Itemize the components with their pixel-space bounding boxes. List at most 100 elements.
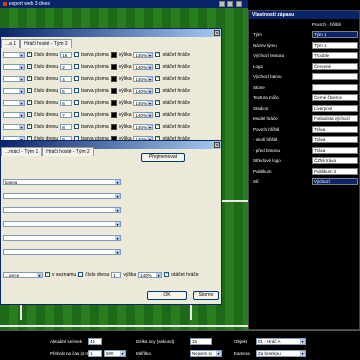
rotate-checkbox[interactable] [155, 75, 161, 81]
rotate-checkbox[interactable] [155, 87, 161, 93]
player-select[interactable] [3, 99, 25, 106]
color-swatch[interactable] [110, 123, 117, 130]
color-checkbox[interactable] [74, 124, 80, 129]
property-value[interactable]: Fotbalista výchozí [312, 115, 358, 122]
minimize-button[interactable] [219, 1, 225, 7]
property-value[interactable]: Liverpool [312, 104, 358, 112]
color-swatch[interactable] [110, 111, 117, 118]
property-value[interactable]: Tráva [312, 125, 358, 133]
property-value[interactable]: Tým 1 [312, 31, 358, 38]
color-checkbox[interactable] [74, 112, 80, 117]
property-value[interactable]: Trouble [312, 52, 358, 59]
property-value[interactable]: Publikum 2 [312, 167, 358, 175]
color-checkbox[interactable] [74, 76, 80, 81]
number-checkbox[interactable] [78, 272, 84, 277]
tab-home-team[interactable]: ...a 1 [1, 39, 21, 48]
play-time-ms[interactable]: 500 [104, 350, 126, 357]
number-input[interactable]: 4 [60, 75, 73, 82]
scene-length-input[interactable]: 15 [190, 338, 212, 345]
property-value[interactable]: Tráva [312, 146, 358, 154]
color-swatch[interactable] [110, 87, 117, 94]
player-select[interactable] [3, 63, 25, 70]
cancel-button[interactable]: Storno [193, 291, 219, 300]
property-value[interactable] [312, 73, 358, 80]
number-input[interactable]: 8 [60, 123, 73, 130]
number-label: číslo dresu [34, 63, 59, 70]
color-swatch[interactable] [110, 51, 117, 58]
color-swatch[interactable] [110, 99, 117, 106]
ok-button[interactable]: OK [147, 291, 187, 300]
color-swatch[interactable] [110, 75, 117, 82]
tab-away-team[interactable]: Hráči hosté - Tým 2 [20, 39, 72, 48]
close-button[interactable] [236, 1, 242, 7]
rotate-checkbox[interactable] [155, 99, 161, 105]
player-select[interactable] [3, 123, 25, 130]
color-checkbox[interactable] [74, 52, 80, 57]
property-value[interactable]: Černé čtverce [312, 94, 358, 101]
rotate-checkbox[interactable] [155, 111, 161, 117]
color-swatch[interactable] [110, 63, 117, 70]
object-select[interactable]: 01 - Hráč A [256, 338, 306, 345]
property-value[interactable]: Tráva [312, 136, 358, 143]
player-select[interactable] [3, 249, 121, 255]
player-select[interactable] [3, 111, 25, 118]
tab-away-team[interactable]: Hráči hosté - Tým 2 [42, 147, 94, 156]
player-select[interactable] [3, 193, 121, 199]
player-select[interactable] [3, 221, 121, 227]
rotate-checkbox[interactable] [155, 123, 161, 129]
size-select[interactable]: 140% [133, 75, 154, 82]
property-value[interactable]: Výchozí [312, 178, 358, 185]
size-select[interactable]: 140% [133, 87, 154, 94]
rotate-checkbox[interactable] [155, 63, 161, 69]
number-checkbox[interactable] [27, 75, 32, 81]
number-input[interactable]: 5 [60, 87, 73, 94]
color-checkbox[interactable] [74, 88, 80, 93]
size-select[interactable]: 140% [133, 123, 154, 130]
player-select[interactable] [3, 75, 25, 82]
property-value[interactable]: Červené [312, 62, 358, 70]
camera-select[interactable]: Za brankou [256, 350, 306, 357]
player-select[interactable] [3, 207, 121, 213]
size-select[interactable]: 140% [133, 51, 154, 58]
player-select[interactable] [3, 51, 25, 58]
player-select[interactable]: ...ivece [3, 271, 43, 278]
close-icon[interactable]: × [214, 142, 220, 148]
size-select[interactable]: 140% [133, 99, 154, 106]
scale-select[interactable]: Nejsem si [190, 350, 222, 357]
number-checkbox[interactable] [27, 99, 32, 105]
current-frame-input[interactable]: 41 [88, 338, 102, 345]
rotate-checkbox[interactable] [155, 51, 161, 57]
property-value[interactable]: ČZMi tráva [312, 157, 358, 164]
property-value[interactable] [312, 83, 358, 91]
number-input[interactable]: 2 [60, 63, 73, 70]
close-icon[interactable]: × [214, 30, 220, 36]
rename-button[interactable]: Přejmenovat [141, 153, 185, 162]
player-select[interactable] [3, 87, 25, 94]
number-checkbox[interactable] [27, 123, 32, 129]
rotate-checkbox[interactable] [164, 271, 169, 277]
size-select[interactable]: 140% [138, 271, 163, 278]
number-input[interactable]: 1 [111, 271, 122, 278]
number-checkbox[interactable] [27, 63, 32, 69]
color-checkbox[interactable] [74, 64, 80, 69]
property-value[interactable]: Tým 1 [312, 41, 358, 49]
number-label: číslo dresu [34, 99, 59, 106]
tab-home-team[interactable]: ...mácí - Tým 1 [1, 147, 43, 156]
property-row: Textura míče Černé čtverce [249, 94, 360, 102]
number-checkbox[interactable] [27, 111, 32, 117]
property-label: Název týmu [253, 42, 277, 48]
size-select[interactable]: 140% [133, 63, 154, 70]
number-input[interactable]: 6 [60, 99, 73, 106]
play-time-seconds[interactable]: 1 [88, 350, 102, 357]
number-checkbox[interactable] [27, 51, 32, 57]
maximize-button[interactable] [227, 1, 233, 7]
player-select[interactable] [3, 235, 121, 241]
number-input[interactable]: 15 [60, 51, 73, 58]
color-checkbox[interactable] [74, 100, 80, 105]
size-select[interactable]: 140% [133, 111, 154, 118]
number-input[interactable]: 7 [60, 111, 73, 118]
in-list-checkbox[interactable] [45, 271, 50, 277]
player-select[interactable]: kanea [3, 179, 121, 185]
player-row: číslo dresu8 barva písma výška140% otáčet h… [3, 123, 190, 130]
number-checkbox[interactable] [27, 87, 32, 93]
